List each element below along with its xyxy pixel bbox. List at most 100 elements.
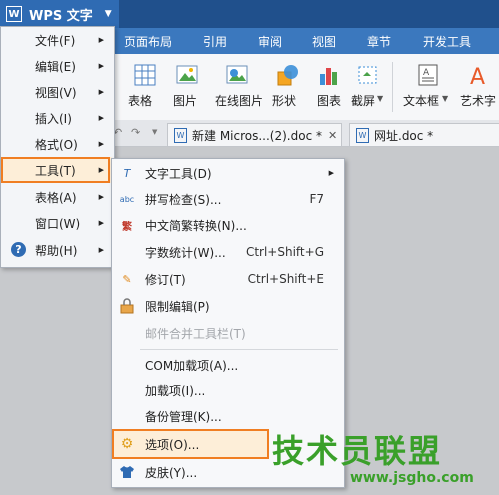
wps-app-menu-button[interactable]: W WPS 文字 ▼ xyxy=(0,0,119,28)
submenu-arrow-icon: ▶ xyxy=(98,114,104,122)
submenu-arrow-icon: ▶ xyxy=(98,36,104,44)
submenu-item-label: 文字工具(D) xyxy=(145,166,212,181)
shape-icon[interactable] xyxy=(277,64,299,86)
menu-item-label: 插入(I) xyxy=(35,111,72,126)
submenu-arrow-icon: ▶ xyxy=(98,193,104,201)
app-title: WPS 文字 xyxy=(29,8,93,24)
screenshot-caret-icon[interactable]: ▼ xyxy=(377,94,383,103)
submenu-item-label: 加载项(I)... xyxy=(145,383,206,398)
menu-item-insert[interactable]: 插入(I) ▶ xyxy=(1,105,112,131)
track-changes-icon: ✎ xyxy=(122,272,132,286)
submenu-item-restrict-editing[interactable]: 限制编辑(P) xyxy=(112,293,342,319)
submenu-item-label: 备份管理(K)... xyxy=(145,409,222,424)
online-picture-icon[interactable] xyxy=(226,64,248,86)
picture-icon[interactable] xyxy=(176,64,198,86)
submenu-item-label: 选项(O)... xyxy=(145,437,200,452)
toolbar-picture-label[interactable]: 图片 xyxy=(173,92,197,109)
watermark-title: 技术员联盟 xyxy=(272,432,443,470)
menu-item-label: 视图(V) xyxy=(35,85,77,100)
toolbar-screenshot-label[interactable]: 截屏 xyxy=(351,92,375,109)
tab-review[interactable]: 审阅 xyxy=(258,33,282,50)
submenu-item-chinese-convert[interactable]: 繁 中文简繁转换(N)... xyxy=(112,212,342,238)
submenu-item-word-count[interactable]: 字数统计(W)... Ctrl+Shift+G xyxy=(112,239,342,265)
shirt-icon xyxy=(119,464,135,480)
document-tab-1[interactable]: W 新建 Micros...(2).doc * ✕ xyxy=(167,123,342,146)
submenu-item-label: 皮肤(Y)... xyxy=(145,465,198,480)
submenu-arrow-icon: ▶ xyxy=(98,62,104,70)
submenu-item-shortcut: Ctrl+Shift+G xyxy=(245,245,324,259)
menu-item-label: 编辑(E) xyxy=(35,59,76,74)
lock-icon xyxy=(119,298,135,314)
submenu-item-mail-merge: 邮件合并工具栏(T) xyxy=(112,320,342,346)
submenu-item-com-addins[interactable]: COM加载项(A)... xyxy=(112,352,342,378)
submenu-arrow-icon: ▶ xyxy=(98,88,104,96)
tab-chapter[interactable]: 章节 xyxy=(367,33,391,50)
redo-icon[interactable]: ↷ xyxy=(131,126,140,139)
submenu-item-addins[interactable]: 加载项(I)... xyxy=(112,377,342,403)
toolbar-separator xyxy=(392,62,393,112)
toolbar-online-picture-label[interactable]: 在线图片 xyxy=(215,92,263,109)
toolbar-wordart-label[interactable]: 艺术字 xyxy=(460,92,496,109)
submenu-item-spell-check[interactable]: abc 拼写检查(S)... F7 xyxy=(112,186,342,212)
document-icon: W xyxy=(174,127,187,143)
submenu-separator xyxy=(140,349,338,350)
tab-page-layout[interactable]: 页面布局 xyxy=(124,33,172,50)
text-tool-icon: T xyxy=(123,166,131,180)
gear-icon: ⚙ xyxy=(120,436,134,452)
submenu-item-label: 限制编辑(P) xyxy=(145,299,210,314)
document-tab-label: 新建 Micros...(2).doc * xyxy=(192,128,322,143)
close-tab-icon[interactable]: ✕ xyxy=(328,129,337,142)
submenu-arrow-icon: ▶ xyxy=(328,169,334,177)
toolbar-table-label[interactable]: 表格 xyxy=(128,92,152,109)
wps-logo-icon: W xyxy=(6,6,22,22)
submenu-item-label: COM加载项(A)... xyxy=(145,358,239,373)
spellcheck-icon: abc xyxy=(119,194,135,204)
menu-item-label: 窗口(W) xyxy=(35,216,81,231)
submenu-arrow-icon: ▶ xyxy=(98,140,104,148)
menu-item-table[interactable]: 表格(A) ▶ xyxy=(1,184,112,210)
tools-highlight-frame xyxy=(1,157,110,183)
menu-item-help[interactable]: ? 帮助(H) ▶ xyxy=(1,237,112,263)
tab-view[interactable]: 视图 xyxy=(312,33,336,50)
tab-references[interactable]: 引用 xyxy=(203,33,227,50)
table-icon[interactable] xyxy=(134,64,156,86)
submenu-item-label: 字数统计(W)... xyxy=(145,245,226,260)
toolbar-textbox-label[interactable]: 文本框 xyxy=(403,92,439,109)
menu-item-label: 格式(O) xyxy=(35,137,78,152)
textbox-icon[interactable]: A xyxy=(417,64,439,86)
menu-item-file[interactable]: 文件(F) ▶ xyxy=(1,27,112,53)
textbox-caret-icon[interactable]: ▼ xyxy=(442,94,448,103)
chart-icon[interactable] xyxy=(318,64,340,86)
menu-item-view[interactable]: 视图(V) ▶ xyxy=(1,79,112,105)
menu-item-label: 表格(A) xyxy=(35,190,77,205)
menu-item-edit[interactable]: 编辑(E) ▶ xyxy=(1,53,112,79)
chinese-convert-icon: 繁 xyxy=(122,221,132,233)
menu-item-label: 文件(F) xyxy=(35,33,76,48)
submenu-item-text-tools[interactable]: T 文字工具(D) ▶ xyxy=(112,160,342,186)
submenu-item-label: 中文简繁转换(N)... xyxy=(145,218,247,233)
menu-item-window[interactable]: 窗口(W) ▶ xyxy=(1,210,112,236)
tab-developer[interactable]: 开发工具 xyxy=(423,33,471,50)
document-icon: W xyxy=(356,127,369,143)
menu-item-format[interactable]: 格式(O) ▶ xyxy=(1,131,112,157)
redo-caret-icon[interactable]: ▼ xyxy=(152,128,157,136)
submenu-item-shortcut: F7 xyxy=(309,192,324,206)
document-tab-label: 网址.doc * xyxy=(374,128,434,143)
toolbar-chart-label[interactable]: 图表 xyxy=(317,92,341,109)
svg-text:A: A xyxy=(470,65,485,86)
submenu-item-shortcut: Ctrl+Shift+E xyxy=(247,272,324,286)
submenu-item-track-changes[interactable]: ✎ 修订(T) Ctrl+Shift+E xyxy=(112,266,342,292)
watermark-url: www.jsgho.com xyxy=(350,470,474,486)
toolbar-shape-label[interactable]: 形状 xyxy=(272,92,296,109)
wordart-icon[interactable]: A xyxy=(468,64,490,86)
submenu-item-label: 修订(T) xyxy=(145,272,186,287)
submenu-item-label: 邮件合并工具栏(T) xyxy=(145,326,246,341)
help-icon: ? xyxy=(11,242,26,257)
submenu-item-label: 拼写检查(S)... xyxy=(145,192,222,207)
watermark: 技术员联盟 www.jsgho.com xyxy=(272,426,496,492)
document-tab-2[interactable]: W 网址.doc * xyxy=(349,123,499,146)
svg-text:A: A xyxy=(423,68,430,78)
screenshot-icon[interactable] xyxy=(357,64,379,86)
submenu-arrow-icon: ▶ xyxy=(98,246,104,254)
menu-item-label: 帮助(H) xyxy=(35,243,78,258)
